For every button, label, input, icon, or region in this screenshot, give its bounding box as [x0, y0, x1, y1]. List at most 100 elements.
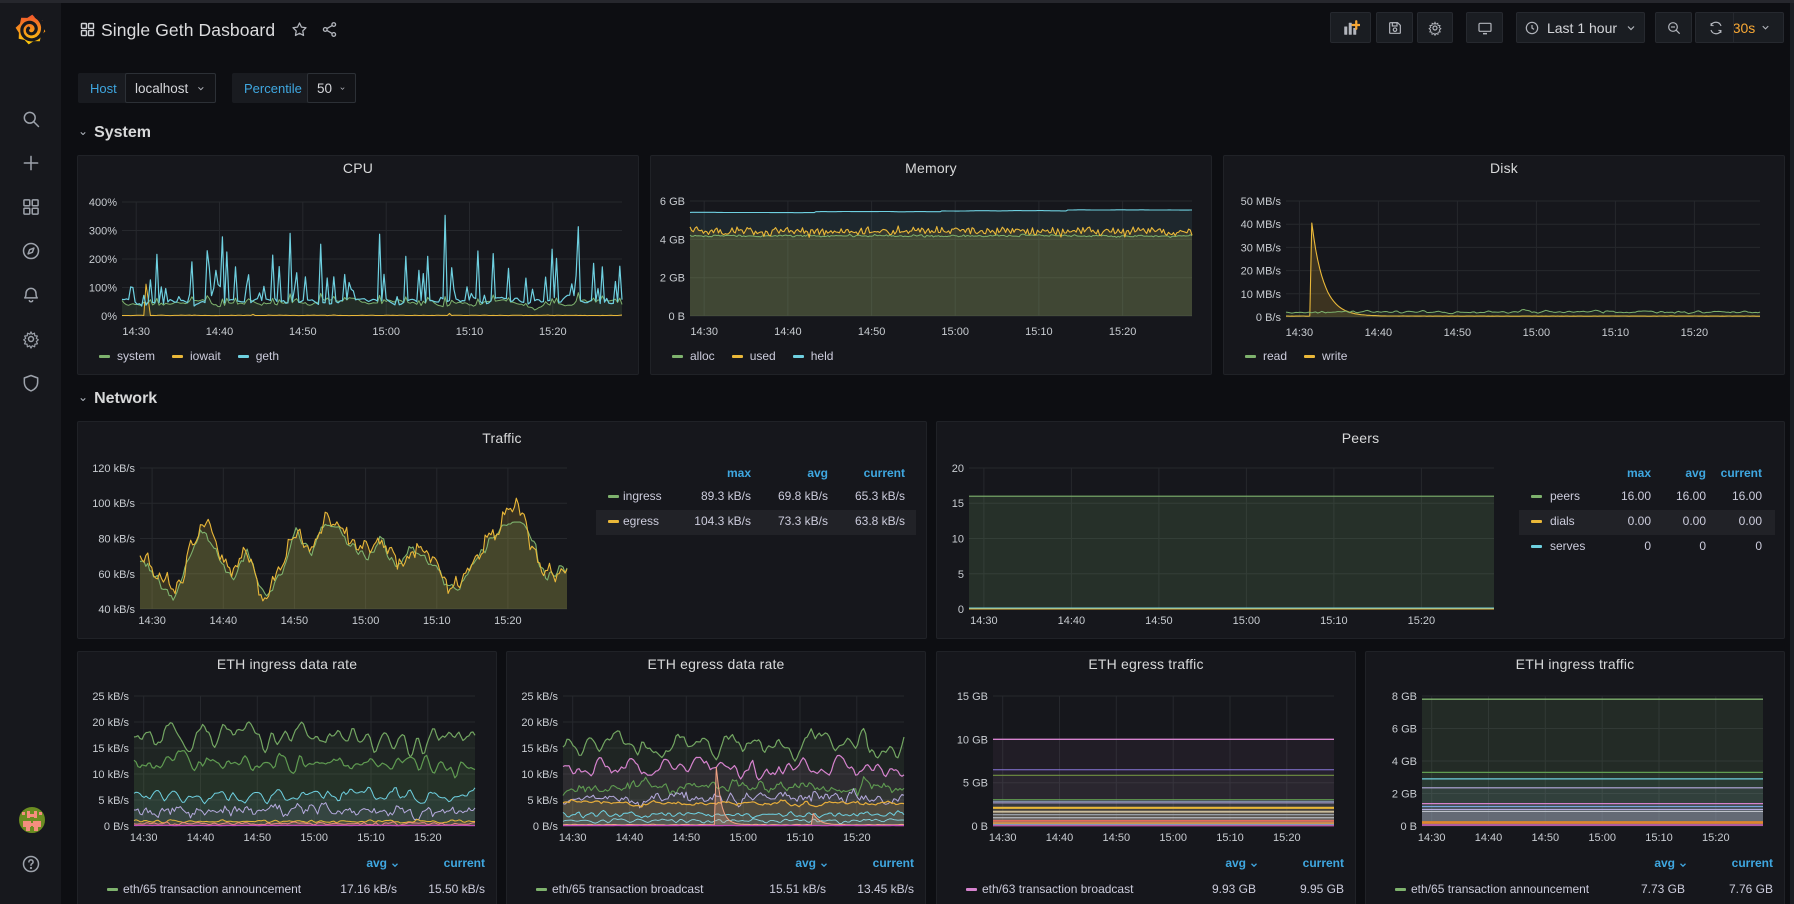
svg-text:14:50: 14:50	[244, 832, 272, 844]
svg-text:14:30: 14:30	[559, 832, 587, 844]
svg-text:8 GB: 8 GB	[1392, 691, 1417, 703]
svg-text:15:20: 15:20	[539, 326, 567, 338]
svg-text:100 kB/s: 100 kB/s	[92, 498, 135, 510]
svg-text:5: 5	[958, 569, 964, 581]
svg-text:60 kB/s: 60 kB/s	[98, 569, 135, 581]
svg-text:10 kB/s: 10 kB/s	[521, 769, 558, 781]
svg-text:25 kB/s: 25 kB/s	[92, 691, 129, 703]
svg-text:15:20: 15:20	[843, 832, 871, 844]
svg-text:14:40: 14:40	[774, 326, 802, 338]
svg-text:15:10: 15:10	[1216, 832, 1244, 844]
svg-text:14:30: 14:30	[130, 832, 158, 844]
svg-text:10 kB/s: 10 kB/s	[92, 769, 129, 781]
svg-text:15 GB: 15 GB	[957, 691, 988, 703]
svg-text:0 B: 0 B	[1400, 821, 1417, 833]
svg-text:100%: 100%	[89, 283, 117, 295]
svg-text:30 MB/s: 30 MB/s	[1241, 242, 1282, 254]
svg-text:2 GB: 2 GB	[660, 273, 685, 285]
svg-text:14:50: 14:50	[1444, 327, 1472, 339]
svg-text:6 GB: 6 GB	[1392, 724, 1417, 736]
svg-text:15:20: 15:20	[1408, 615, 1436, 627]
svg-text:5 GB: 5 GB	[963, 778, 988, 790]
svg-text:0%: 0%	[101, 311, 117, 323]
svg-text:15:00: 15:00	[941, 326, 969, 338]
svg-text:15:00: 15:00	[300, 832, 328, 844]
svg-text:15:10: 15:10	[1645, 832, 1673, 844]
svg-text:15:10: 15:10	[1602, 327, 1630, 339]
svg-text:14:30: 14:30	[122, 326, 150, 338]
svg-text:15:20: 15:20	[1702, 832, 1730, 844]
svg-text:50 MB/s: 50 MB/s	[1241, 196, 1282, 208]
svg-text:20: 20	[952, 463, 964, 475]
svg-text:20 kB/s: 20 kB/s	[521, 717, 558, 729]
svg-text:15:00: 15:00	[1588, 832, 1616, 844]
svg-text:15 kB/s: 15 kB/s	[521, 743, 558, 755]
svg-text:15:00: 15:00	[372, 326, 400, 338]
svg-text:300%: 300%	[89, 226, 117, 238]
svg-text:15:10: 15:10	[1025, 326, 1053, 338]
svg-text:14:40: 14:40	[616, 832, 644, 844]
svg-text:15:00: 15:00	[1523, 327, 1551, 339]
svg-text:5 kB/s: 5 kB/s	[98, 795, 129, 807]
svg-text:15:20: 15:20	[1681, 327, 1709, 339]
svg-text:14:30: 14:30	[1418, 832, 1446, 844]
svg-text:14:50: 14:50	[673, 832, 701, 844]
svg-text:14:30: 14:30	[1286, 327, 1314, 339]
svg-text:14:30: 14:30	[690, 326, 718, 338]
svg-text:10: 10	[952, 534, 964, 546]
svg-text:2 GB: 2 GB	[1392, 789, 1417, 801]
svg-text:0 B/s: 0 B/s	[1256, 312, 1282, 324]
svg-text:14:40: 14:40	[1046, 832, 1074, 844]
svg-text:0 B: 0 B	[668, 311, 685, 323]
svg-text:200%: 200%	[89, 254, 117, 266]
svg-text:14:50: 14:50	[1532, 832, 1560, 844]
svg-text:14:40: 14:40	[1475, 832, 1503, 844]
svg-text:20 kB/s: 20 kB/s	[92, 717, 129, 729]
svg-text:15:10: 15:10	[1320, 615, 1348, 627]
svg-text:20 MB/s: 20 MB/s	[1241, 266, 1282, 278]
svg-text:10 GB: 10 GB	[957, 734, 988, 746]
svg-text:10 MB/s: 10 MB/s	[1241, 289, 1282, 301]
svg-text:14:50: 14:50	[289, 326, 317, 338]
svg-text:0: 0	[958, 604, 964, 616]
svg-text:0 B/s: 0 B/s	[533, 821, 559, 833]
svg-text:14:40: 14:40	[210, 615, 238, 627]
svg-text:15:10: 15:10	[423, 615, 451, 627]
svg-text:15:20: 15:20	[414, 832, 442, 844]
svg-text:14:40: 14:40	[1058, 615, 1086, 627]
svg-text:40 MB/s: 40 MB/s	[1241, 219, 1282, 231]
svg-text:14:40: 14:40	[206, 326, 234, 338]
svg-text:0 B/s: 0 B/s	[104, 821, 130, 833]
svg-text:14:30: 14:30	[970, 615, 998, 627]
svg-text:15:00: 15:00	[1159, 832, 1187, 844]
svg-text:15:00: 15:00	[352, 615, 380, 627]
svg-text:4 GB: 4 GB	[1392, 756, 1417, 768]
svg-text:400%: 400%	[89, 197, 117, 209]
svg-text:15:20: 15:20	[494, 615, 522, 627]
svg-text:25 kB/s: 25 kB/s	[521, 691, 558, 703]
svg-text:6 GB: 6 GB	[660, 196, 685, 208]
svg-text:14:30: 14:30	[989, 832, 1017, 844]
svg-text:15:10: 15:10	[786, 832, 814, 844]
svg-text:80 kB/s: 80 kB/s	[98, 534, 135, 546]
svg-text:4 GB: 4 GB	[660, 234, 685, 246]
svg-text:14:40: 14:40	[1365, 327, 1393, 339]
svg-text:15: 15	[952, 498, 964, 510]
svg-text:15:20: 15:20	[1109, 326, 1137, 338]
svg-text:14:40: 14:40	[187, 832, 215, 844]
svg-text:0 B: 0 B	[971, 821, 988, 833]
svg-text:15:00: 15:00	[729, 832, 757, 844]
svg-text:15:00: 15:00	[1233, 615, 1261, 627]
svg-text:15:10: 15:10	[357, 832, 385, 844]
svg-text:14:50: 14:50	[281, 615, 309, 627]
svg-text:14:30: 14:30	[138, 615, 166, 627]
svg-text:14:50: 14:50	[1103, 832, 1131, 844]
svg-text:14:50: 14:50	[1145, 615, 1173, 627]
svg-text:5 kB/s: 5 kB/s	[527, 795, 558, 807]
svg-text:15:20: 15:20	[1273, 832, 1301, 844]
svg-text:14:50: 14:50	[858, 326, 886, 338]
svg-text:15 kB/s: 15 kB/s	[92, 743, 129, 755]
svg-text:40 kB/s: 40 kB/s	[98, 604, 135, 616]
svg-text:120 kB/s: 120 kB/s	[92, 463, 135, 475]
svg-text:15:10: 15:10	[456, 326, 484, 338]
